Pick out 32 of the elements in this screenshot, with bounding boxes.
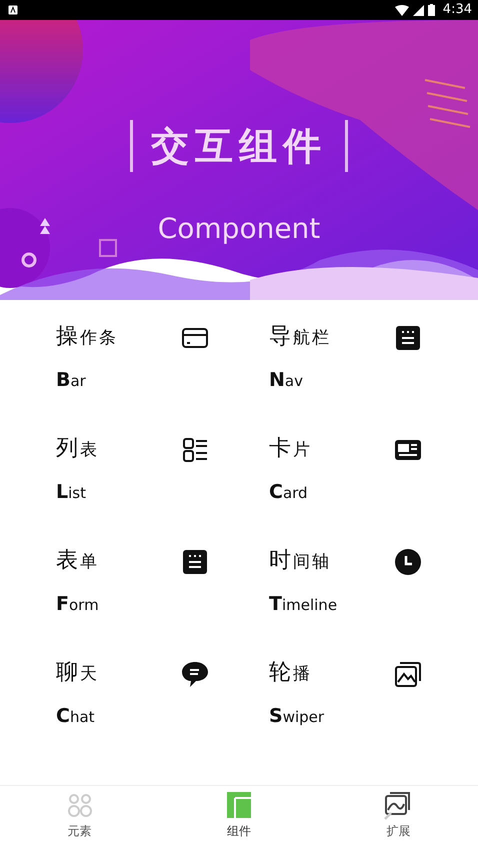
component-title: 卡片	[269, 436, 312, 462]
status-time: 4:34	[442, 1, 472, 20]
component-title: 操作条	[56, 324, 118, 350]
chat-bubble-icon[interactable]	[181, 660, 209, 688]
component-title: 时间轴	[269, 548, 331, 574]
clock-icon[interactable]	[394, 548, 422, 576]
gallery-icon[interactable]	[394, 660, 422, 688]
signal-icon	[412, 4, 424, 16]
form-icon[interactable]	[181, 548, 209, 576]
tab-item[interactable]: 扩展	[363, 786, 434, 840]
component-title: 表单	[56, 548, 99, 574]
component-name: Form	[56, 592, 100, 617]
banner-title: 交互组件	[130, 120, 348, 172]
component-name: List	[56, 480, 87, 505]
wifi-icon	[394, 4, 409, 16]
list-icon[interactable]	[181, 436, 209, 464]
component-name: Swiper	[269, 704, 326, 729]
component-name: Timeline	[269, 592, 338, 617]
component-name: Chat	[56, 704, 96, 729]
component-title: 轮播	[269, 660, 312, 686]
component-title: 列表	[56, 436, 99, 462]
component-name: Card	[269, 480, 309, 505]
tab-item[interactable]: 元素	[44, 786, 115, 840]
notification-icon	[8, 5, 18, 15]
tab-item[interactable]: 组件	[204, 786, 274, 840]
banner-subtitle: Component	[158, 212, 320, 245]
component-title: 导航栏	[269, 324, 331, 350]
battery-icon	[428, 4, 435, 16]
form-icon[interactable]	[394, 324, 422, 352]
component-title: 聊天	[56, 660, 99, 686]
component-name: Nav	[269, 368, 304, 393]
component-name: Bar	[56, 368, 87, 393]
